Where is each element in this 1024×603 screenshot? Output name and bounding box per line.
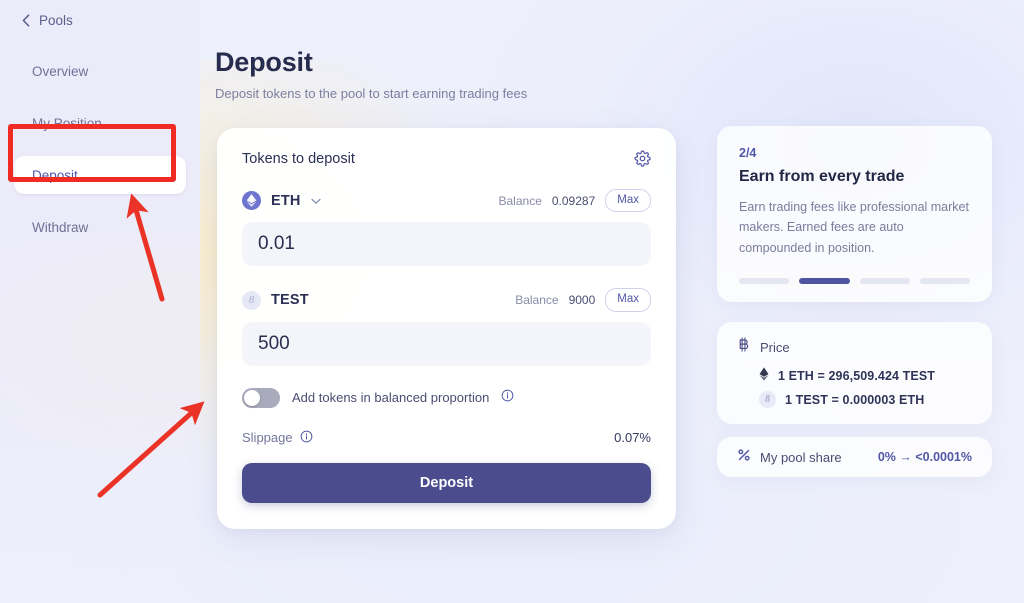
slippage-label: Slippage [242,430,293,446]
pool-share-card: My pool share 0% → <0.0001% [717,437,992,477]
page-title: Deposit [215,47,313,77]
back-label: Pools [39,13,73,28]
carousel-dot-active[interactable] [799,277,850,284]
tokens-to-deposit-label: Tokens to deposit [242,150,355,167]
token-row-test: 8 TEST Balance 9000 Max [242,288,651,312]
test-token-icon: 8 [242,290,261,310]
eth-token-icon [242,191,261,211]
percent-icon [737,448,751,467]
pool-share-label-group: My pool share [737,448,842,467]
carousel-dot[interactable] [859,277,910,284]
amount-input-test[interactable]: 500 [242,321,651,366]
balance-label: Balance [515,293,559,308]
price-row-text: 1 TEST = 0.000003 ETH [785,392,925,407]
pool-share-value: 0% → <0.0001% [877,450,972,464]
price-row-eth: 1 ETH = 296,509.424 TEST [759,367,972,384]
amount-value: 0.01 [258,233,295,255]
balanced-proportion-label: Add tokens in balanced proportion [292,390,490,406]
amount-value: 500 [258,332,290,354]
sidebar-item-label: Deposit [32,167,78,183]
sidebar-nav: Overview My Position Deposit Withdraw [0,52,200,260]
eth-diamond-icon [759,367,769,384]
back-to-pools-link[interactable]: Pools [22,13,73,28]
promo-step-counter: 2/4 [739,146,757,160]
info-icon[interactable] [300,430,313,446]
slippage-label-group: Slippage [242,430,313,446]
gear-icon[interactable] [634,150,651,167]
sidebar-item-deposit[interactable]: Deposit [14,156,186,194]
promo-carousel-card: 2/4 Earn from every trade Earn trading f… [717,126,992,302]
carousel-dot[interactable] [919,277,970,284]
slippage-row: Slippage 0.07% [242,430,651,446]
token-selector-eth[interactable]: ETH [242,191,321,211]
token-row-eth: ETH Balance 0.09287 Max [242,189,651,213]
toggle-knob [244,389,260,406]
slippage-value: 0.07% [614,430,651,446]
balanced-proportion-row: Add tokens in balanced proportion [242,387,651,408]
sidebar: Pools Overview My Position Deposit Withd… [0,0,200,603]
balance-value: 9000 [568,293,596,308]
token-symbol: ETH [271,192,301,209]
balance-label: Balance [498,193,542,208]
balanced-proportion-toggle[interactable] [242,387,280,408]
chevron-left-icon [22,14,30,27]
pool-share-label: My pool share [760,449,842,465]
price-row-text: 1 ETH = 296,509.424 TEST [778,368,936,383]
sidebar-item-label: Overview [32,63,89,79]
sidebar-item-withdraw[interactable]: Withdraw [14,208,186,246]
max-button-test[interactable]: Max [605,288,651,312]
chevron-down-icon[interactable] [310,192,321,210]
token-balance-test: Balance 9000 Max [515,288,651,312]
promo-title: Earn from every trade [739,168,905,185]
amount-input-eth[interactable]: 0.01 [242,222,651,267]
deposit-submit-button[interactable]: Deposit [242,462,651,503]
test-token-icon: 8 [759,391,776,408]
sidebar-item-label: My Position [32,115,102,131]
app-root: Pools Overview My Position Deposit Withd… [0,0,1024,603]
balance-value: 0.09287 [551,193,596,208]
token-selector-test[interactable]: 8 TEST [242,290,309,310]
sidebar-item-overview[interactable]: Overview [14,52,186,90]
token-symbol: TEST [271,292,309,309]
sidebar-item-label: Withdraw [32,219,89,235]
price-row-test: 8 1 TEST = 0.000003 ETH [759,391,972,408]
carousel-dot[interactable] [739,277,790,284]
price-label: Price [760,339,790,355]
info-icon[interactable] [501,389,514,407]
token-balance-eth: Balance 0.09287 Max [498,189,651,213]
page-subtitle: Deposit tokens to the pool to start earn… [215,86,528,101]
promo-body: Earn trading fees like professional mark… [739,200,969,255]
carousel-dots [739,277,970,284]
sidebar-item-my-position[interactable]: My Position [14,104,186,142]
price-card-header: Price [737,337,972,357]
price-card: Price 1 ETH = 296,509.424 TEST 8 1 TEST … [717,322,992,424]
deposit-card: Tokens to deposit ETH Balance 0.09287 Ma… [217,128,676,529]
max-button-eth[interactable]: Max [605,189,651,213]
bitcoin-icon [737,337,751,357]
deposit-card-header: Tokens to deposit [242,150,651,167]
